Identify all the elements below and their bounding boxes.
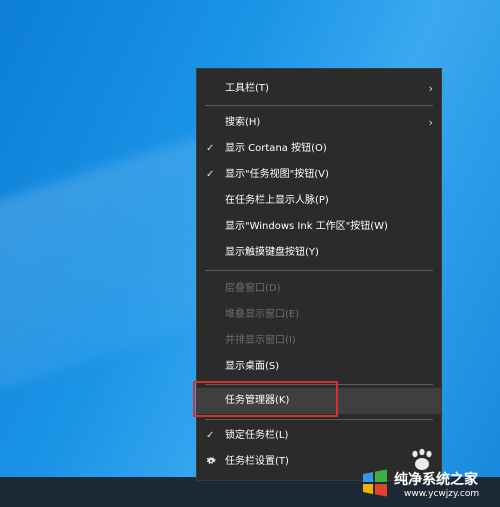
menu-item-show-touch-keyboard-button[interactable]: 显示触摸键盘按钮(Y): [197, 240, 441, 266]
menu-item-show-windows-side-by-side: 并排显示窗口(I): [197, 328, 441, 354]
menu-item-label: 显示"Windows Ink 工作区"按钮(W): [225, 221, 388, 232]
menu-item-show-people[interactable]: 在任务栏上显示人脉(P): [197, 188, 441, 214]
menu-item-label: 显示 Cortana 按钮(O): [225, 143, 327, 154]
task-manager-highlight-box: [193, 381, 338, 417]
menu-item-label: 显示触摸键盘按钮(Y): [225, 247, 319, 258]
menu-item-label: 锁定任务栏(L): [225, 430, 289, 441]
menu-separator: [205, 270, 433, 271]
menu-item-show-windows-stacked: 堆叠显示窗口(E): [197, 302, 441, 328]
menu-separator: [205, 105, 433, 106]
menu-item-label: 工具栏(T): [225, 83, 269, 94]
menu-item-search[interactable]: 搜索(H) ›: [197, 110, 441, 136]
menu-item-label: 搜索(H): [225, 117, 261, 128]
menu-item-label: 并排显示窗口(I): [225, 335, 296, 346]
menu-item-cascade-windows: 层叠窗口(D): [197, 276, 441, 302]
gear-icon: [206, 457, 216, 464]
menu-item-show-task-view-button[interactable]: ✓ 显示"任务视图"按钮(V): [197, 162, 441, 188]
chevron-right-icon: ›: [428, 82, 433, 95]
menu-item-label: 在任务栏上显示人脉(P): [225, 195, 329, 206]
watermark-title: 纯净系统之家: [394, 472, 478, 488]
taskbar-context-menu: 工具栏(T) › 搜索(H) › ✓ 显示 Cortana 按钮(O) ✓ 显示…: [196, 68, 442, 481]
checkmark-icon: ✓: [206, 430, 215, 441]
windows-logo-icon: [363, 469, 387, 497]
menu-item-show-desktop[interactable]: 显示桌面(S): [197, 354, 441, 380]
menu-item-label: 层叠窗口(D): [225, 283, 281, 294]
checkmark-icon: ✓: [206, 143, 215, 154]
menu-item-lock-taskbar[interactable]: ✓ 锁定任务栏(L): [197, 423, 441, 449]
menu-item-label: 任务栏设置(T): [225, 456, 289, 467]
menu-item-label: 显示桌面(S): [225, 361, 280, 372]
menu-item-label: 显示"任务视图"按钮(V): [225, 169, 329, 180]
checkmark-icon: ✓: [206, 169, 215, 180]
menu-item-show-cortana-button[interactable]: ✓ 显示 Cortana 按钮(O): [197, 136, 441, 162]
chevron-right-icon: ›: [428, 116, 433, 129]
menu-item-show-windows-ink-button[interactable]: 显示"Windows Ink 工作区"按钮(W): [197, 214, 441, 240]
menu-item-label: 堆叠显示窗口(E): [225, 309, 300, 320]
menu-separator: [205, 419, 433, 420]
watermark: 纯净系统之家 www.ycwjzy.com: [360, 466, 500, 506]
menu-item-toolbars[interactable]: 工具栏(T) ›: [197, 76, 441, 102]
watermark-url: www.ycwjzy.com: [404, 489, 480, 499]
